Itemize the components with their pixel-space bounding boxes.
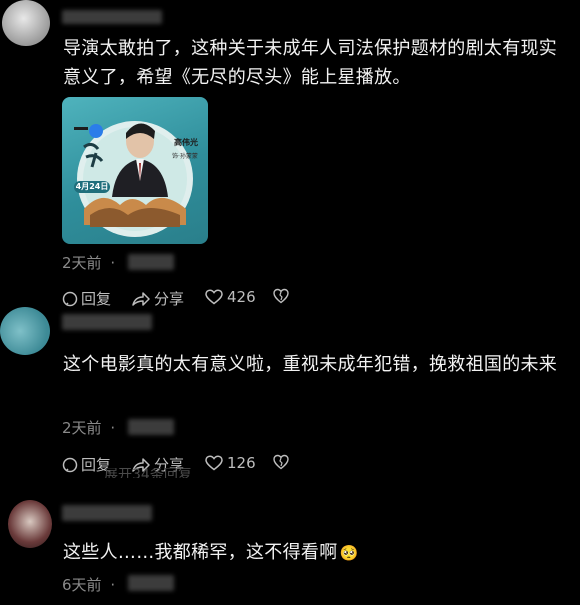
time-separator: ·: [110, 419, 116, 437]
comment-time: 2天前 ·: [62, 417, 115, 438]
pleading-face-icon: 🥺: [339, 544, 359, 562]
comment-location: [128, 419, 174, 435]
like-button[interactable]: 126: [205, 454, 256, 472]
comment-image-poster[interactable]: 4月24日 高伟光 饰·孙蒙蒙: [62, 97, 208, 244]
reply-label: 回复: [81, 290, 112, 308]
comment-time-value: 2天前: [62, 254, 102, 272]
broken-heart-icon: [273, 454, 289, 470]
comment-text: 导演太敢拍了，这种关于未成年人司法保护题材的剧太有现实意义了，希望《无尽的尽头》…: [63, 38, 558, 88]
like-button[interactable]: 426: [205, 288, 256, 306]
comment-time-value: 2天前: [62, 419, 102, 437]
comment-location: [128, 575, 174, 591]
heart-icon: [205, 289, 223, 305]
poster-date: 4月24日: [75, 182, 109, 191]
commenter-avatar[interactable]: [0, 307, 50, 355]
dislike-button[interactable]: [273, 454, 289, 470]
comment-location: [128, 254, 174, 270]
comment-text: 这个电影真的太有意义啦，重视未成年犯错，挽救祖国的未来: [63, 354, 558, 375]
comment-text: 这些人……我都稀罕，这不得看啊 🥺: [63, 538, 563, 568]
broken-heart-icon: [273, 288, 289, 304]
heart-icon: [205, 455, 223, 471]
comment-time: 6天前 ·: [62, 574, 115, 595]
reply-button[interactable]: 回复: [62, 288, 111, 309]
like-count: 426: [227, 288, 256, 306]
commenter-avatar[interactable]: [8, 500, 52, 548]
comment-time-value: 6天前: [62, 576, 102, 594]
commenter-avatar[interactable]: [2, 0, 50, 46]
time-separator: ·: [110, 254, 116, 272]
commenter-name[interactable]: [62, 505, 152, 521]
reply-icon: [62, 291, 78, 306]
like-count: 126: [227, 454, 256, 472]
expand-replies-link[interactable]: 展开34条回复: [104, 468, 192, 478]
comment-text-value: 这些人……我都稀罕，这不得看啊: [63, 542, 338, 563]
dislike-button[interactable]: [273, 288, 289, 304]
commenter-name[interactable]: [62, 314, 152, 330]
poster-role: 饰·孙蒙蒙: [172, 153, 198, 160]
share-button[interactable]: 分享: [131, 288, 184, 309]
time-separator: ·: [110, 576, 116, 594]
poster-actor: 高伟光: [174, 138, 198, 147]
share-icon: [132, 291, 150, 306]
comment-time: 2天前 ·: [62, 252, 115, 273]
commenter-name[interactable]: [62, 10, 162, 24]
reply-icon: [62, 457, 78, 472]
poster-artwork: [74, 121, 193, 237]
share-label: 分享: [154, 290, 185, 308]
